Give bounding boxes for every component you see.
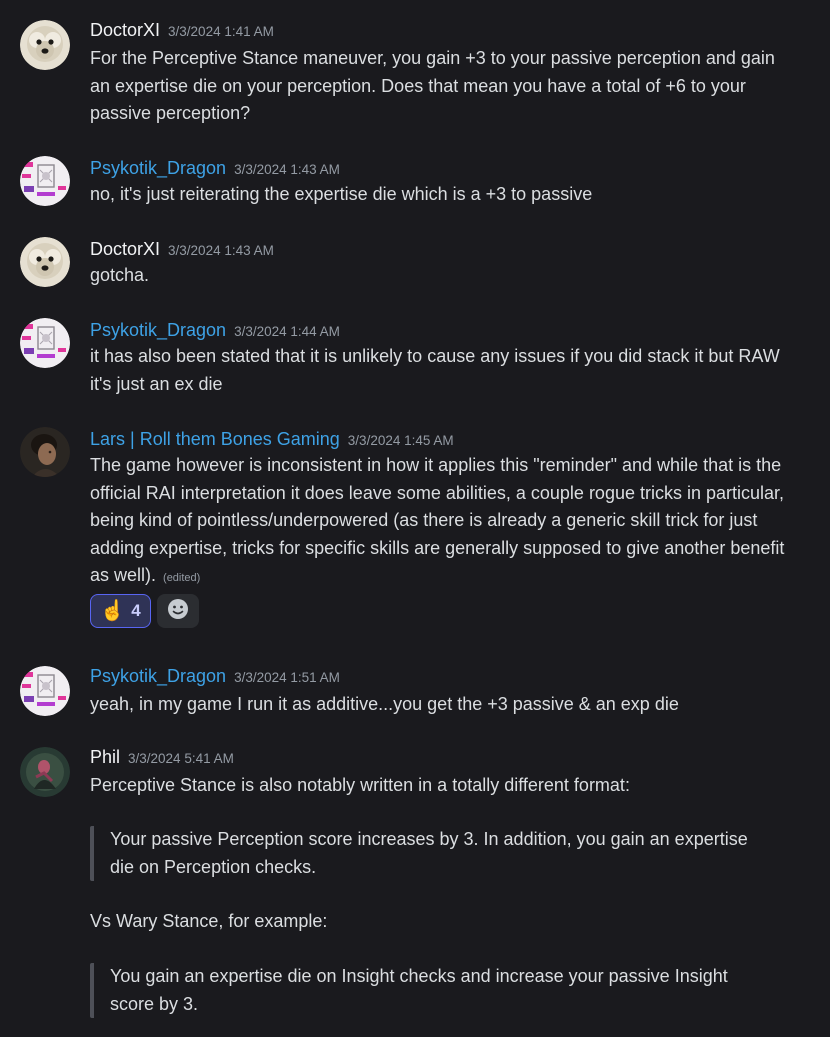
reactions-bar: ☝️ 4 <box>90 594 199 628</box>
pointing-up-icon: ☝️ <box>100 600 126 622</box>
reaction-count: 4 <box>131 601 141 620</box>
username[interactable]: Phil <box>90 747 120 767</box>
blockquote: You gain an expertise die on Insight che… <box>90 963 750 1018</box>
avatar-psykotik-dragon[interactable] <box>20 156 70 206</box>
message-timestamp[interactable]: 3/3/2024 1:45 AM <box>348 433 454 448</box>
message-content: Perceptive Stance is also notably writte… <box>90 775 630 795</box>
avatar-doctorxi[interactable] <box>20 20 70 70</box>
username[interactable]: Psykotik_Dragon <box>90 320 226 340</box>
smiley-face-icon <box>167 598 189 625</box>
avatar-psykotik-dragon[interactable] <box>20 666 70 716</box>
message-content: For the Perceptive Stance maneuver, you … <box>90 48 775 123</box>
avatar-psykotik-dragon[interactable] <box>20 318 70 368</box>
avatar-phil[interactable] <box>20 747 70 797</box>
message-timestamp[interactable]: 3/3/2024 1:43 AM <box>168 243 274 258</box>
message-text: The game however is inconsistent in how … <box>90 455 785 585</box>
username[interactable]: DoctorXI <box>90 20 160 40</box>
add-reaction-button[interactable] <box>157 594 199 628</box>
blockquote: Your passive Perception score increases … <box>90 826 750 881</box>
username[interactable]: Psykotik_Dragon <box>90 158 226 178</box>
message-timestamp[interactable]: 3/3/2024 1:44 AM <box>234 324 340 339</box>
username[interactable]: Psykotik_Dragon <box>90 666 226 686</box>
avatar-doctorxi[interactable] <box>20 237 70 287</box>
message-timestamp[interactable]: 3/3/2024 1:51 AM <box>234 670 340 685</box>
username[interactable]: Lars | Roll them Bones Gaming <box>90 429 340 449</box>
username[interactable]: DoctorXI <box>90 239 160 259</box>
edited-label: (edited) <box>163 572 201 584</box>
message-content: yeah, in my game I run it as additive...… <box>90 694 679 714</box>
message-content: The game however is inconsistent in how … <box>90 452 790 593</box>
reaction-button[interactable]: ☝️ 4 <box>90 594 151 628</box>
message-content: Vs Wary Stance, for example: <box>90 911 328 931</box>
message-timestamp[interactable]: 3/3/2024 1:41 AM <box>168 24 274 39</box>
message-timestamp[interactable]: 3/3/2024 5:41 AM <box>128 751 234 766</box>
message-content: it has also been stated that it is unlik… <box>90 346 780 394</box>
message-timestamp[interactable]: 3/3/2024 1:43 AM <box>234 162 340 177</box>
avatar-lars[interactable] <box>20 427 70 477</box>
message-content: no, it's just reiterating the expertise … <box>90 184 593 204</box>
message-content: gotcha. <box>90 265 150 285</box>
